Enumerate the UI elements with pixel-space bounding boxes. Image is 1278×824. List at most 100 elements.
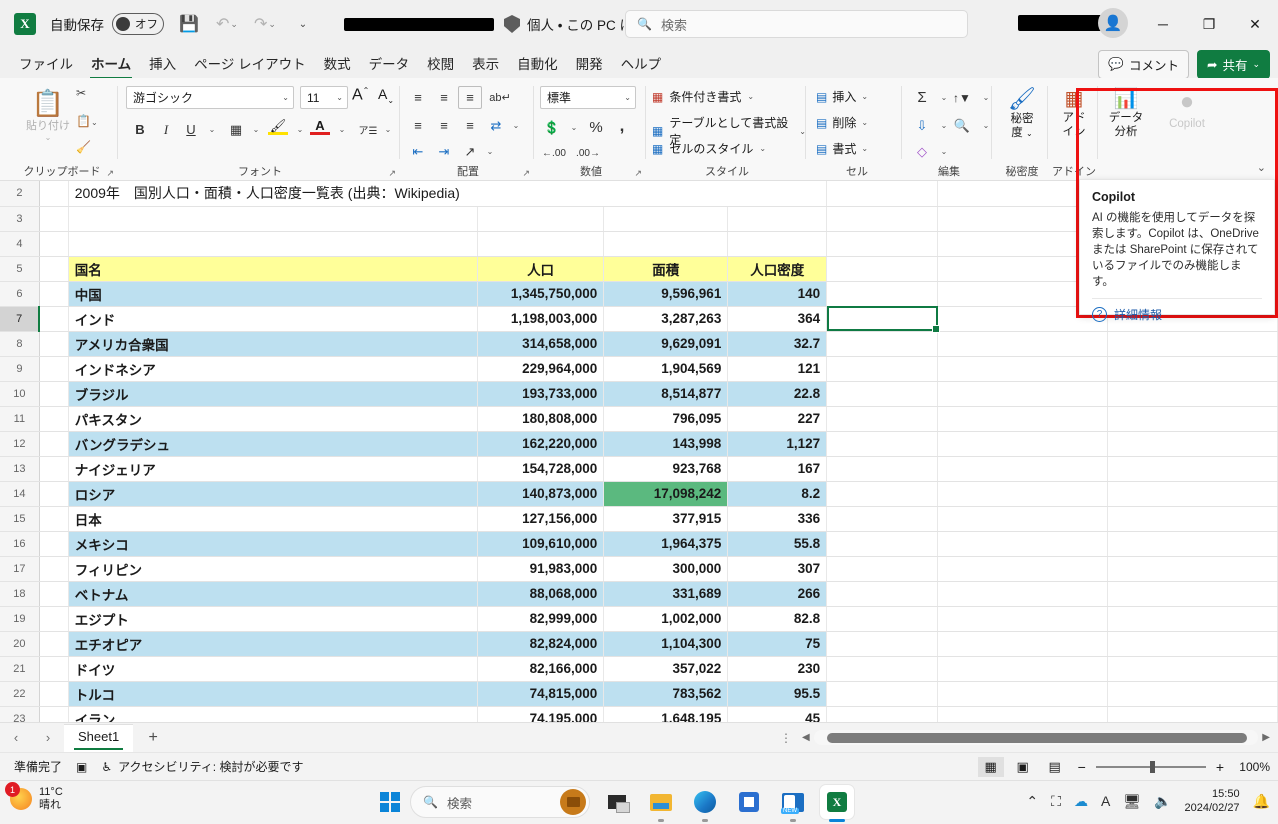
restore-button[interactable]: ❐ — [1186, 0, 1232, 48]
data-cell[interactable]: 3,287,263 — [604, 306, 728, 331]
empty-cell[interactable] — [827, 631, 938, 656]
column-header[interactable]: 人口 — [477, 256, 603, 281]
empty-cell[interactable] — [1108, 656, 1278, 681]
row-header[interactable]: 4 — [0, 231, 39, 256]
insert-cells-button[interactable]: ▤ 挿入 ⌄ — [816, 88, 868, 105]
align-middle-icon[interactable]: ≡ — [432, 86, 456, 109]
scrollbar-thumb[interactable] — [827, 733, 1247, 743]
empty-cell[interactable] — [39, 431, 68, 456]
empty-cell[interactable] — [39, 656, 68, 681]
data-cell[interactable]: 1,002,000 — [604, 606, 728, 631]
autosum-icon[interactable]: Σ — [910, 86, 934, 109]
redo-icon[interactable]: ↷⌄ — [252, 11, 278, 37]
empty-cell[interactable] — [604, 231, 728, 256]
country-cell[interactable]: エジプト — [68, 606, 477, 631]
empty-cell[interactable] — [827, 456, 938, 481]
data-cell[interactable]: 1,104,300 — [604, 631, 728, 656]
empty-cell[interactable] — [477, 206, 603, 231]
accounting-format-icon[interactable]: 💲 — [540, 116, 564, 139]
underline-caret-icon[interactable]: ⌄ — [200, 118, 224, 141]
ribbon-tab-page-layout[interactable]: ページ レイアウト — [185, 50, 314, 76]
paste-caret-icon[interactable]: ⌄ — [20, 133, 76, 142]
empty-cell[interactable] — [1108, 681, 1278, 706]
empty-cell[interactable] — [1108, 331, 1278, 356]
data-cell[interactable]: 266 — [728, 581, 827, 606]
weather-widget[interactable]: 1 11°C 晴れ — [10, 786, 63, 812]
row-header[interactable]: 17 — [0, 556, 39, 581]
page-layout-view-icon[interactable]: ▣ — [1010, 757, 1036, 777]
data-cell[interactable]: 336 — [728, 506, 827, 531]
empty-cell[interactable] — [39, 281, 68, 306]
network-icon[interactable]: 🖥 — [1123, 793, 1141, 810]
accessibility-status[interactable]: ♿ アクセシビリティ: 検討が必要です — [101, 758, 303, 775]
data-cell[interactable]: 45 — [728, 706, 827, 722]
data-cell[interactable]: 162,220,000 — [477, 431, 603, 456]
empty-cell[interactable] — [1108, 456, 1278, 481]
empty-cell[interactable] — [604, 206, 728, 231]
search-input[interactable]: 🔍 検索 — [625, 10, 968, 38]
empty-cell[interactable] — [39, 631, 68, 656]
column-header[interactable]: 人口密度 — [728, 256, 827, 281]
empty-cell[interactable] — [68, 206, 477, 231]
zoom-level-label[interactable]: 100% — [1234, 760, 1270, 774]
ribbon-tab-insert[interactable]: 挿入 — [140, 50, 185, 76]
data-cell[interactable]: 109,610,000 — [477, 531, 603, 556]
empty-cell[interactable] — [938, 556, 1108, 581]
data-cell[interactable]: 121 — [728, 356, 827, 381]
country-cell[interactable]: ドイツ — [68, 656, 477, 681]
empty-cell[interactable] — [827, 281, 938, 306]
clear-caret-icon[interactable]: ⌄ — [932, 140, 956, 163]
alignment-dialog-launcher[interactable]: ↗ — [522, 168, 530, 179]
empty-cell[interactable] — [1108, 431, 1278, 456]
find-select-icon[interactable]: 🔍 — [950, 114, 974, 137]
empty-cell[interactable] — [938, 656, 1108, 681]
scroll-right-icon[interactable]: ▶ — [1262, 732, 1270, 743]
scrollbar-track[interactable] — [814, 730, 1259, 745]
empty-cell[interactable] — [827, 506, 938, 531]
empty-cell[interactable] — [39, 531, 68, 556]
data-cell[interactable]: 331,689 — [604, 581, 728, 606]
empty-cell[interactable] — [1108, 606, 1278, 631]
minimize-button[interactable]: ─ — [1140, 0, 1186, 48]
row-header[interactable]: 16 — [0, 531, 39, 556]
empty-cell[interactable] — [39, 231, 68, 256]
data-cell[interactable]: 82,824,000 — [477, 631, 603, 656]
scroll-left-icon[interactable]: ◀ — [802, 732, 810, 743]
row-header[interactable]: 13 — [0, 456, 39, 481]
accounting-caret-icon[interactable]: ⌄ — [562, 116, 586, 139]
empty-cell[interactable] — [728, 206, 827, 231]
increase-decimal-icon[interactable]: .00→ — [576, 142, 600, 165]
empty-cell[interactable] — [1108, 481, 1278, 506]
copilot-learn-more-link[interactable]: ? 詳細情報 — [1092, 299, 1262, 323]
ribbon-tab-formulas[interactable]: 数式 — [315, 50, 360, 76]
decrease-decimal-icon[interactable]: ←.00 — [542, 142, 566, 165]
data-cell[interactable]: 307 — [728, 556, 827, 581]
country-cell[interactable]: イラン — [68, 706, 477, 722]
chevron-left-icon[interactable]: ‹ — [0, 730, 32, 745]
country-cell[interactable]: ロシア — [68, 481, 477, 506]
data-cell[interactable]: 17,098,242 — [604, 481, 728, 506]
empty-cell[interactable] — [728, 231, 827, 256]
empty-cell[interactable] — [39, 406, 68, 431]
clear-icon[interactable]: ◇ — [910, 140, 934, 163]
ribbon-tab-file[interactable]: ファイル — [10, 50, 82, 76]
empty-cell[interactable] — [39, 356, 68, 381]
empty-cell[interactable] — [39, 206, 68, 231]
zoom-out-button[interactable]: − — [1078, 759, 1086, 775]
align-bottom-icon[interactable]: ≡ — [458, 86, 482, 109]
chevron-right-icon[interactable]: › — [32, 730, 64, 745]
close-button[interactable]: ✕ — [1232, 0, 1278, 48]
wrap-text-icon[interactable]: ab↵ — [488, 86, 512, 109]
country-cell[interactable]: パキスタン — [68, 406, 477, 431]
number-format-select[interactable]: 標準 ⌄ — [540, 86, 636, 109]
ribbon-tab-view[interactable]: 表示 — [463, 50, 508, 76]
taskbar-clock[interactable]: 15:50 2024/02/27 — [1185, 787, 1240, 815]
normal-view-icon[interactable]: ▦ — [978, 757, 1004, 777]
phonetic-caret-icon[interactable]: ⌄ — [376, 118, 400, 141]
sheet-tab-sheet1[interactable]: Sheet1 — [64, 724, 133, 752]
fill-icon[interactable]: ⇩ — [910, 114, 934, 137]
horizontal-scrollbar[interactable]: ⋮ ◀ ▶ — [780, 729, 1270, 746]
empty-cell[interactable] — [728, 181, 827, 206]
row-header[interactable]: 15 — [0, 506, 39, 531]
ribbon-tab-help[interactable]: ヘルプ — [612, 50, 671, 76]
